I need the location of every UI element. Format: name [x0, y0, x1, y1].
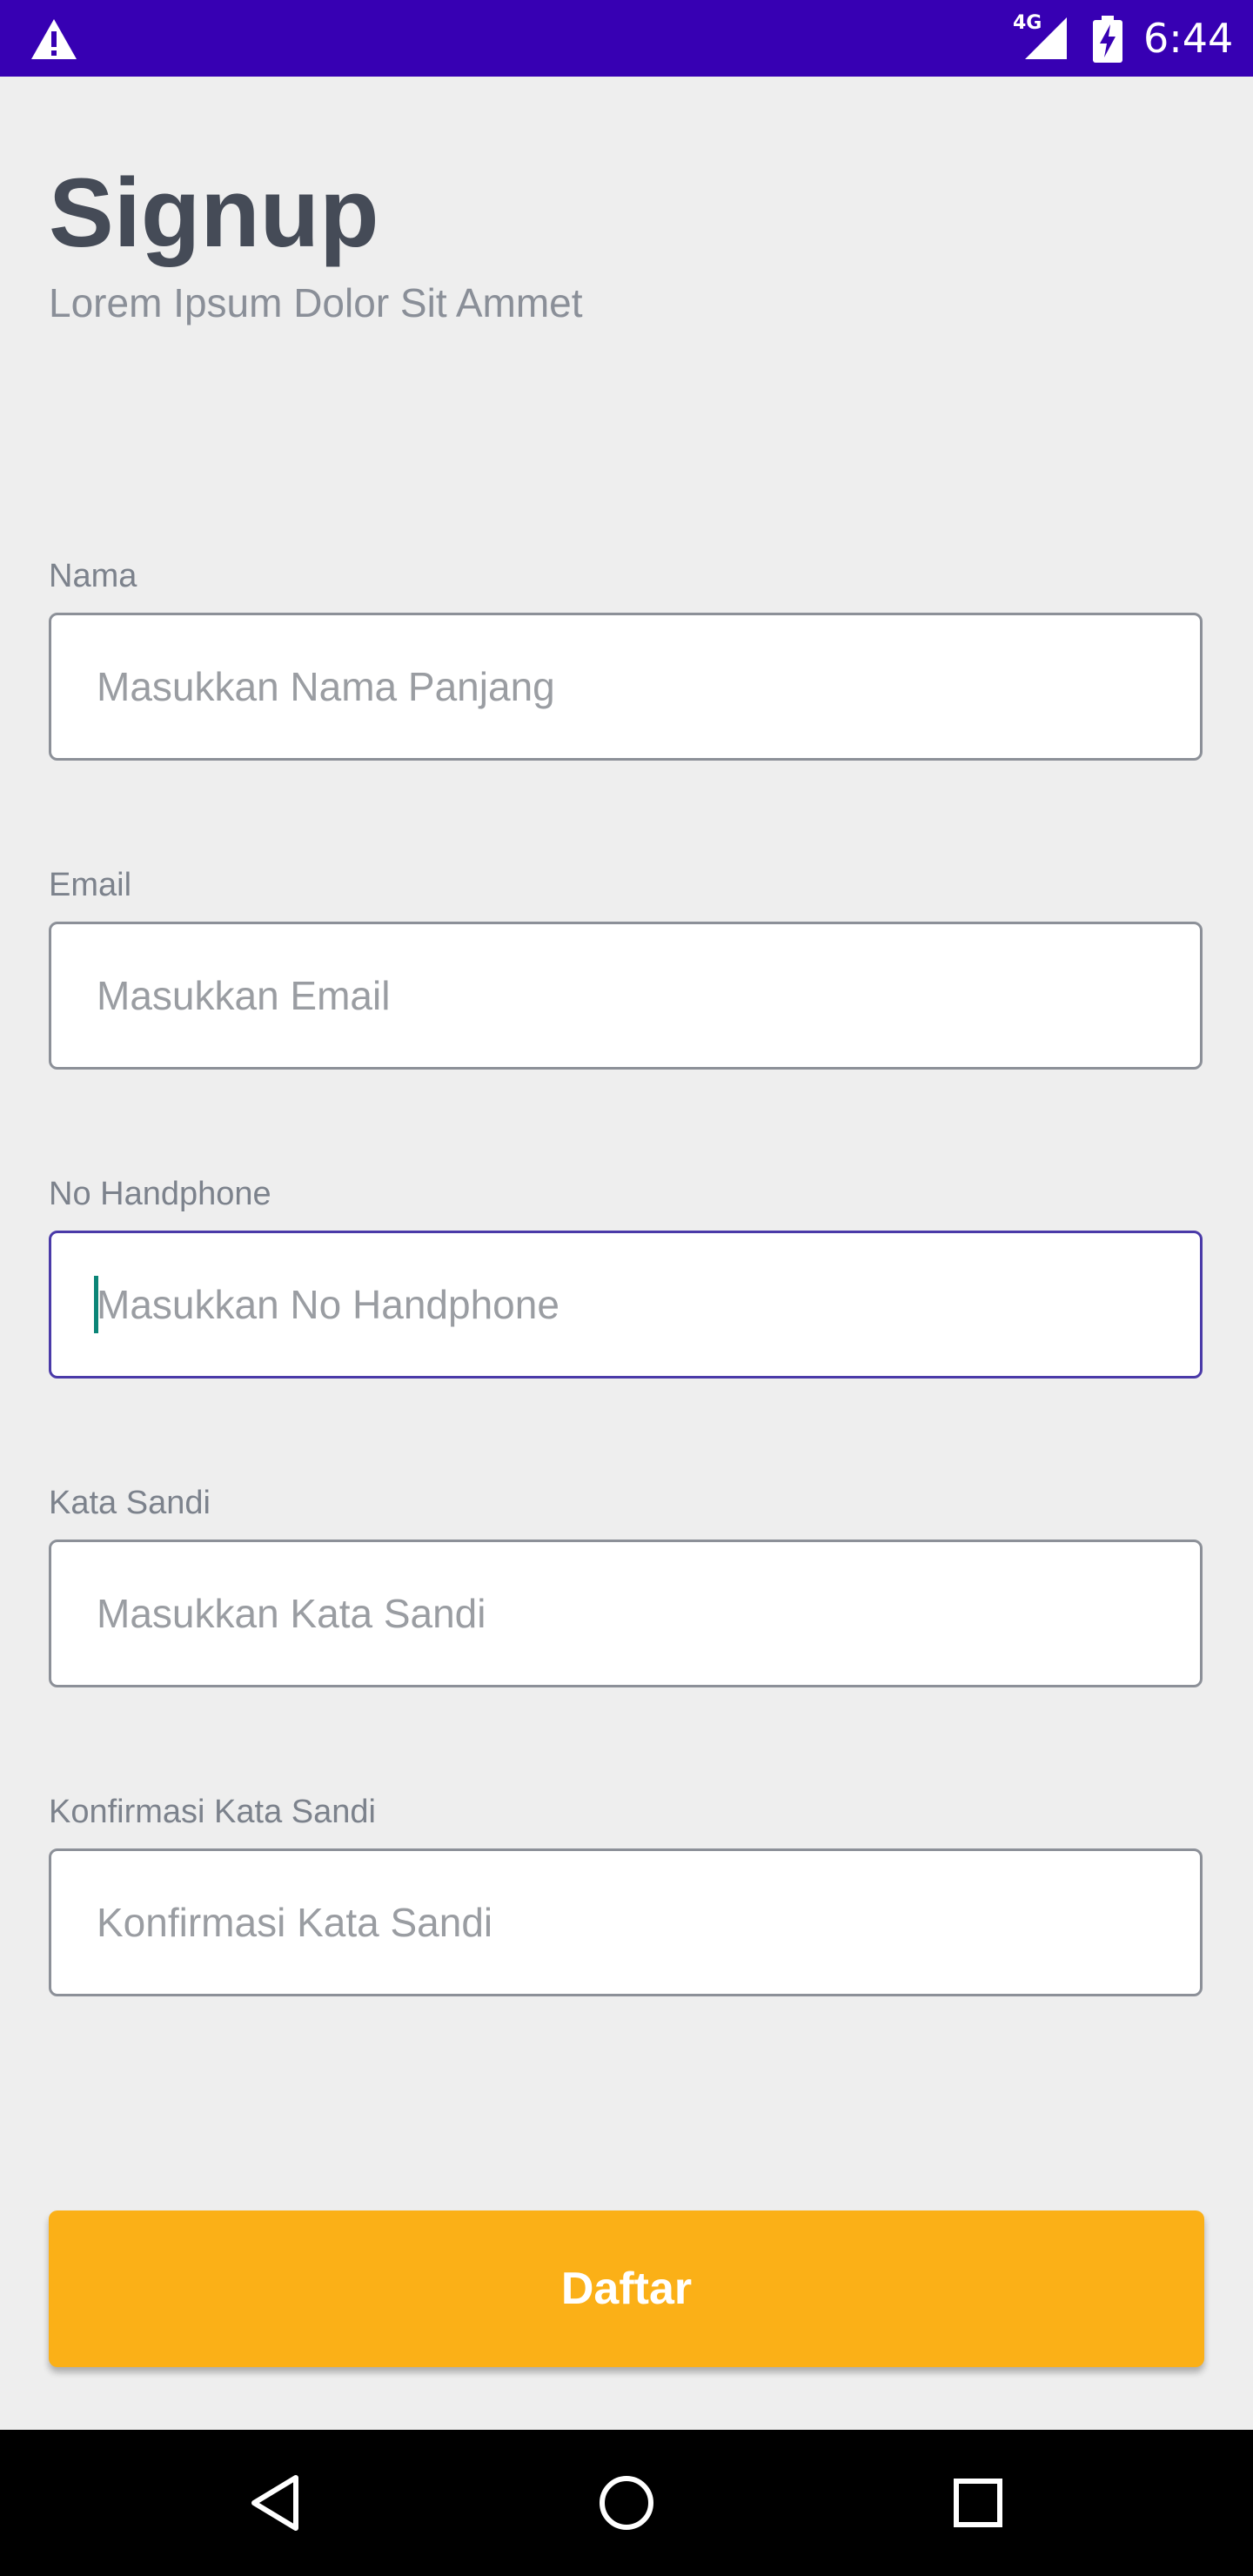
- back-button[interactable]: [231, 2459, 318, 2546]
- email-label: Email: [49, 867, 132, 903]
- name-input[interactable]: [49, 613, 1203, 761]
- status-time: 6:44: [1143, 15, 1234, 62]
- home-icon: [600, 2476, 653, 2530]
- battery-charging-icon: [1093, 16, 1122, 63]
- phone-label: No Handphone: [49, 1176, 271, 1212]
- password-label: Kata Sandi: [49, 1485, 211, 1521]
- page-subtitle: Lorem Ipsum Dolor Sit Ammet: [49, 280, 583, 325]
- confirm-password-input[interactable]: [49, 1848, 1203, 1996]
- daftar-button[interactable]: Daftar: [49, 2210, 1204, 2367]
- warning-icon: [31, 19, 77, 59]
- page-title: Signup: [49, 158, 379, 267]
- phone-input[interactable]: [49, 1231, 1203, 1379]
- status-bar: 4G 6:44: [0, 0, 1253, 77]
- password-input[interactable]: [49, 1540, 1203, 1687]
- back-icon: [251, 2475, 298, 2531]
- confirm-password-label: Konfirmasi Kata Sandi: [49, 1794, 376, 1830]
- home-button[interactable]: [583, 2459, 670, 2546]
- recents-button[interactable]: [935, 2459, 1022, 2546]
- navigation-bar: [0, 2430, 1253, 2576]
- network-type-label: 4G: [1013, 12, 1042, 34]
- email-input[interactable]: [49, 922, 1203, 1070]
- recents-icon: [954, 2479, 1002, 2527]
- text-cursor: [94, 1276, 98, 1333]
- name-label: Nama: [49, 558, 137, 594]
